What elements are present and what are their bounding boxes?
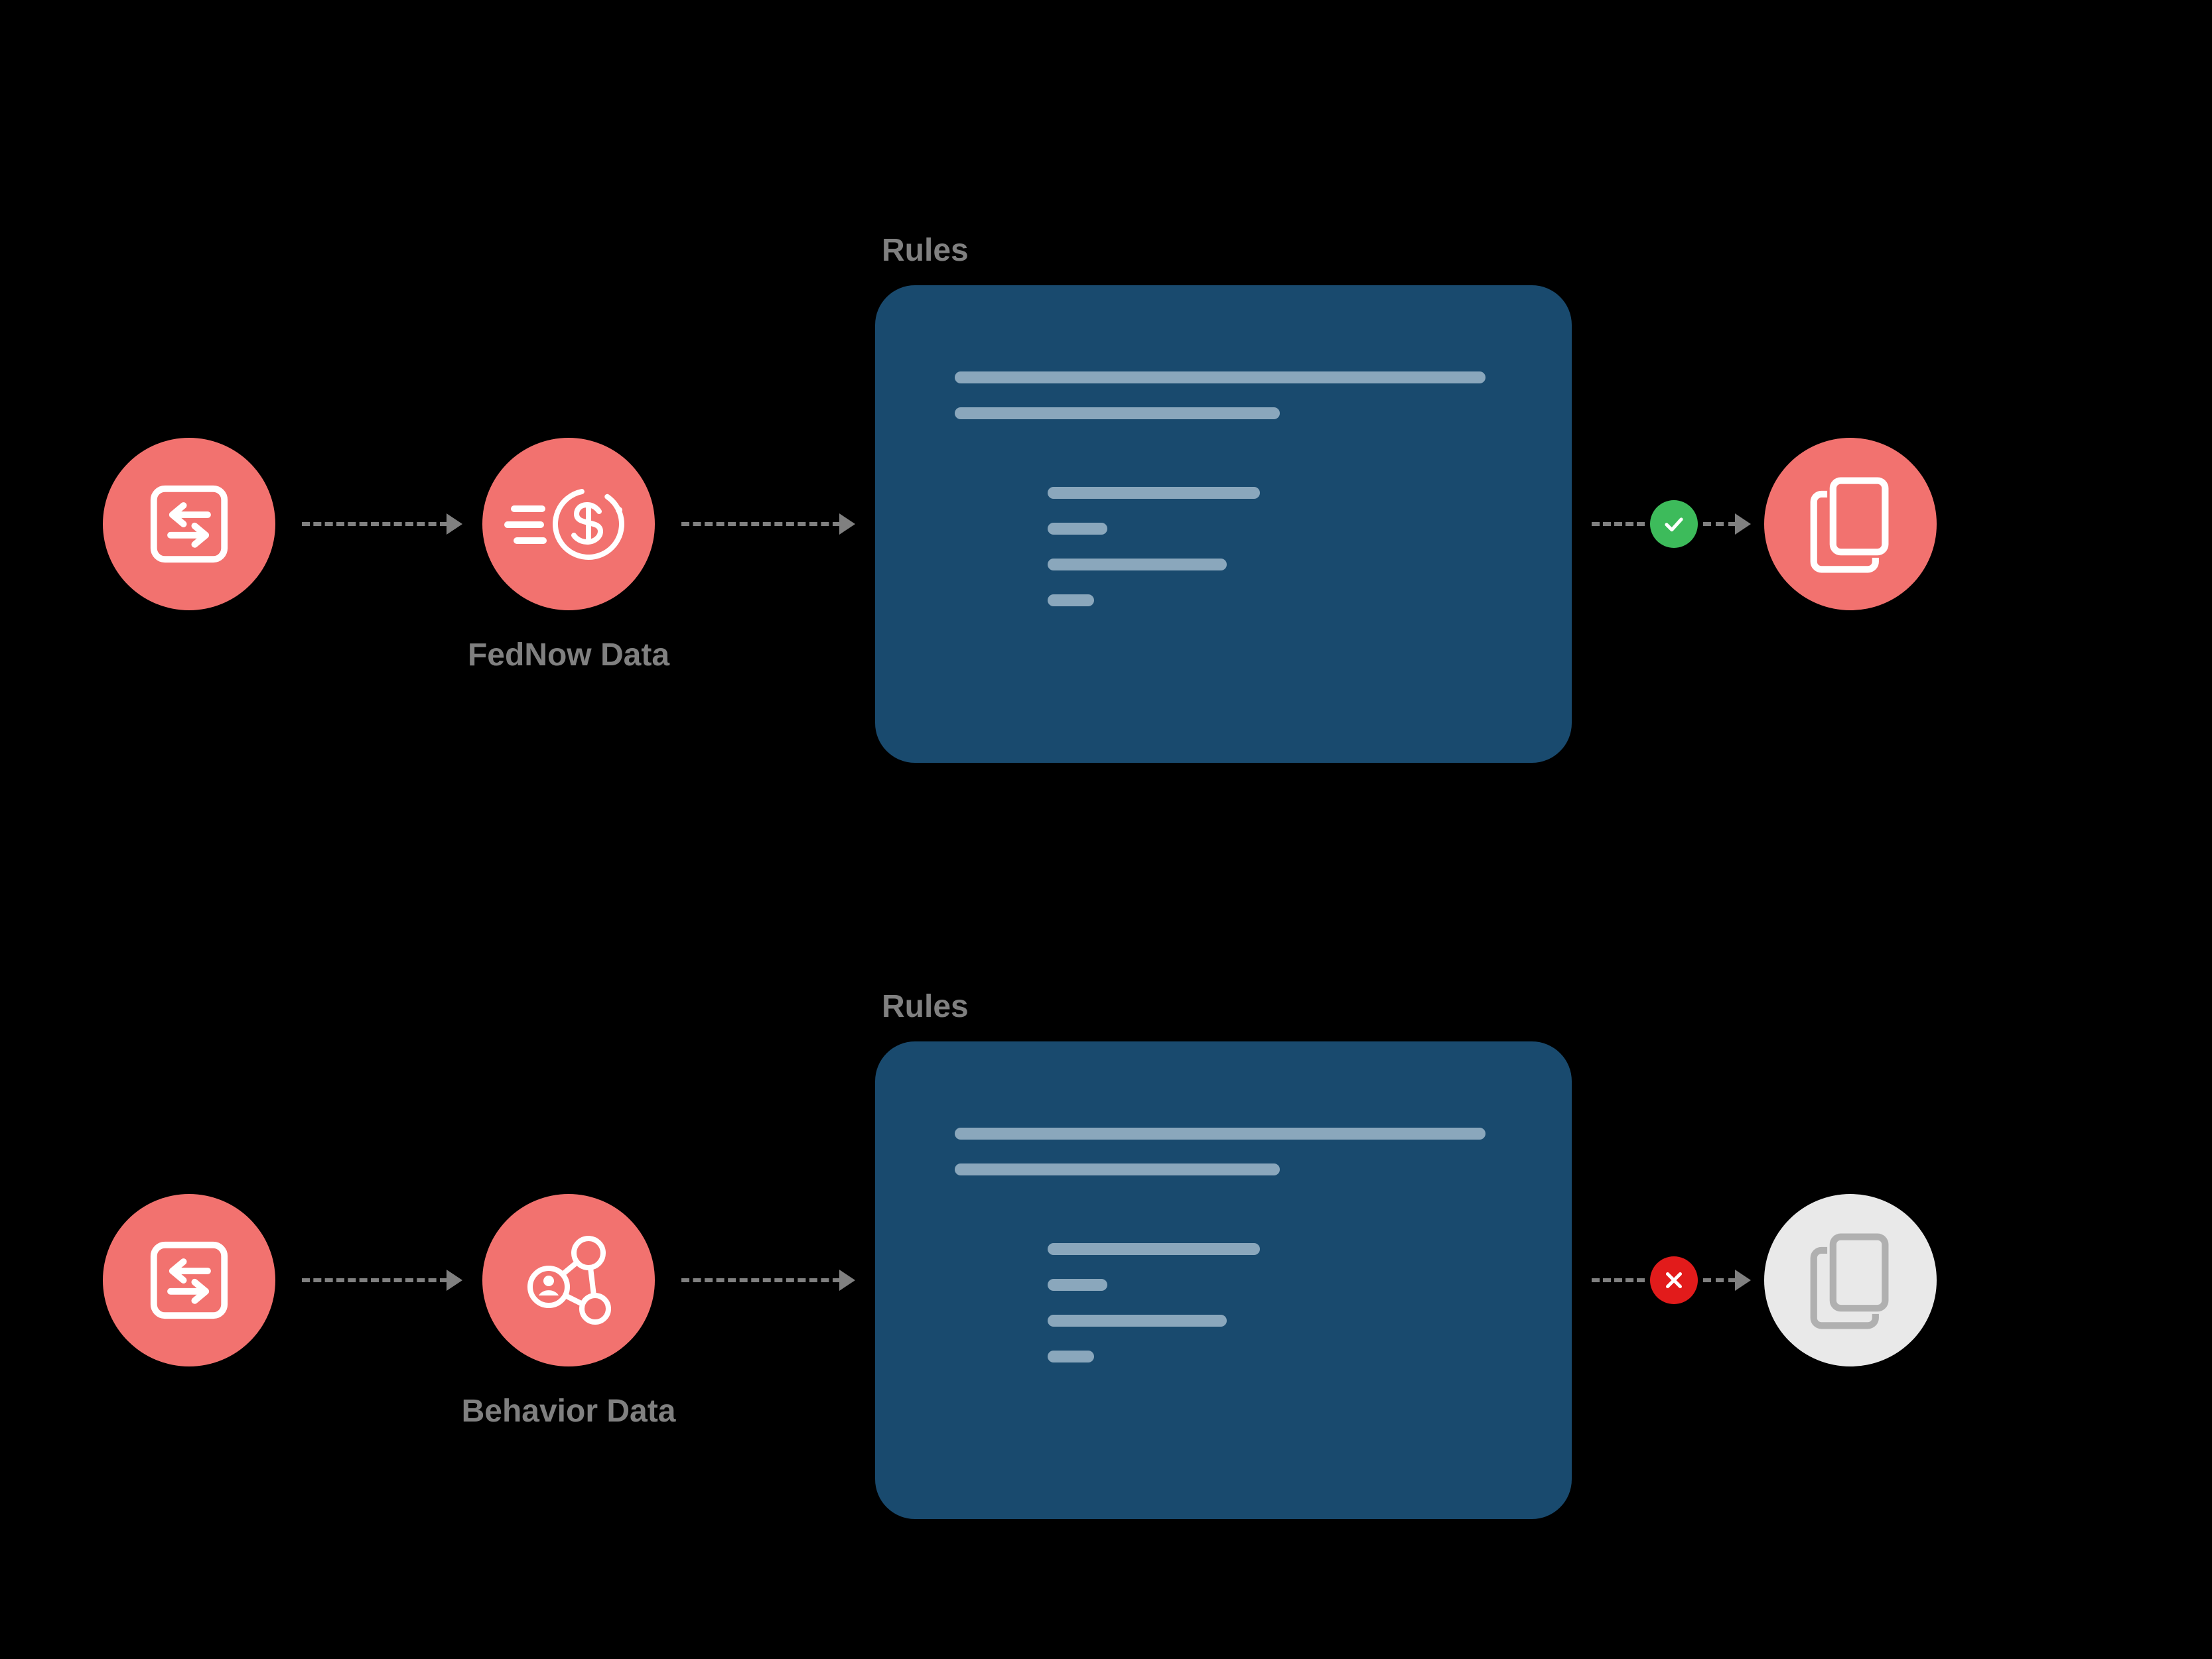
rule-line [1048, 1351, 1094, 1362]
data-node-1: FedNow Data [482, 438, 655, 610]
fast-dollar-icon [482, 438, 655, 610]
start-node [103, 1194, 275, 1366]
arrow-2b [681, 1270, 855, 1291]
rule-line [1048, 559, 1227, 570]
rule-line [1048, 1243, 1260, 1255]
rule-line [1048, 487, 1260, 499]
rule-line [955, 1128, 1486, 1140]
documents-stack-icon [1764, 1194, 1937, 1366]
rules-box-1: Rules [875, 285, 1572, 763]
rules-box-2: Rules [875, 1041, 1572, 1519]
documents-stack-icon [1764, 438, 1937, 610]
arrow-2a [302, 1270, 462, 1291]
rules-title-2: Rules [882, 988, 969, 1025]
transfer-arrows-icon [103, 438, 275, 610]
x-icon [1650, 1256, 1698, 1304]
rule-line [1048, 594, 1094, 606]
flow-row-2: Behavior Data Rules [103, 1041, 1937, 1519]
output-node-2 [1764, 1194, 1937, 1366]
rules-title-1: Rules [882, 232, 969, 269]
check-icon [1650, 500, 1698, 548]
arrow-1b [681, 513, 855, 535]
rule-line [1048, 1315, 1227, 1327]
rule-line [955, 1163, 1280, 1175]
arrow-1a [302, 513, 462, 535]
outcome-arrow-2 [1592, 1256, 1751, 1304]
output-node-1 [1764, 438, 1937, 610]
rule-line [955, 407, 1280, 419]
rule-line [1048, 523, 1107, 535]
flow-row-1: FedNow Data Rules [103, 285, 1937, 763]
data-label-2: Behavior Data [462, 1393, 676, 1429]
start-node [103, 438, 275, 610]
data-label-1: FedNow Data [468, 637, 669, 673]
network-user-icon [482, 1194, 655, 1366]
rule-line [1048, 1279, 1107, 1291]
transfer-arrows-icon [103, 1194, 275, 1366]
data-node-2: Behavior Data [482, 1194, 655, 1366]
outcome-arrow-1 [1592, 500, 1751, 548]
rule-line [955, 371, 1486, 383]
